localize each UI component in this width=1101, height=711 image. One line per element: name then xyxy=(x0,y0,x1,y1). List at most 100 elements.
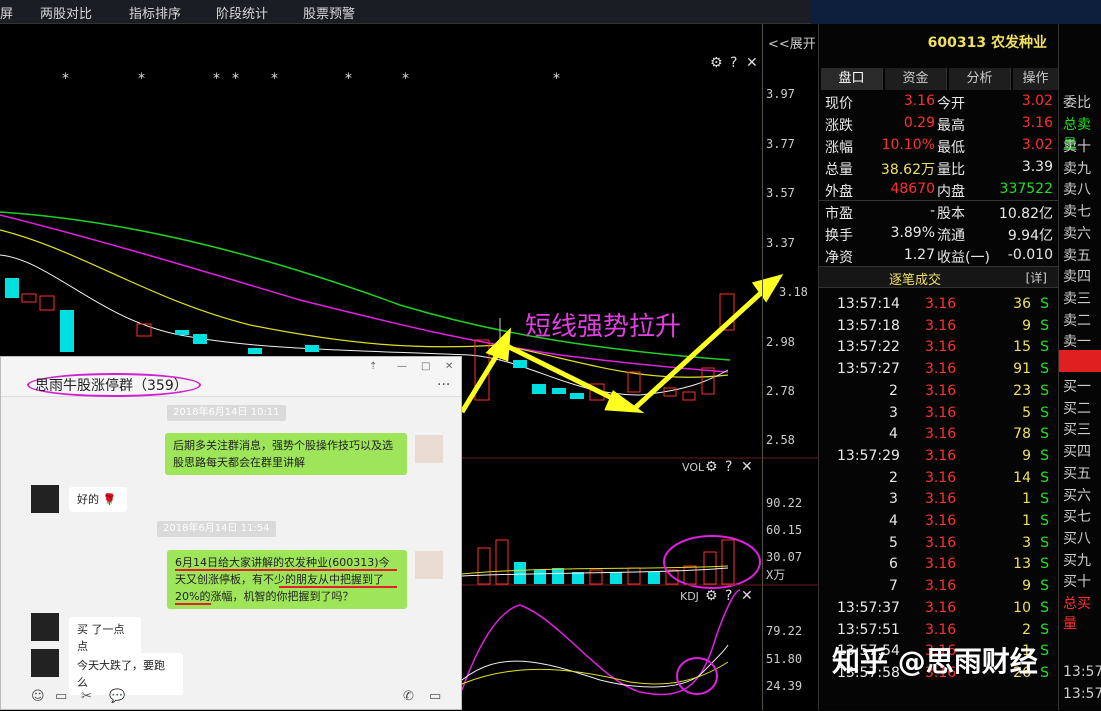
tick-row: 13:57:18 3.16 9 S xyxy=(819,318,1059,340)
tick-cell: 3.16 xyxy=(925,361,957,378)
maximize-button[interactable]: □ xyxy=(421,361,430,372)
volume-bar xyxy=(514,562,526,584)
tick-row: 13:57:29 3.16 9 S xyxy=(819,448,1059,470)
message-bubble-me[interactable]: 后期多关注群消息，强势个股操作技巧以及选股思路每天都会在群里讲解 xyxy=(165,433,407,475)
event-star[interactable]: * xyxy=(62,71,69,87)
tab-operate[interactable]: 操作 xyxy=(1013,68,1059,90)
expand-button[interactable]: <<展开 xyxy=(768,33,816,52)
quote-row: 净资 1.27 收益(一) -0.010 xyxy=(819,245,1059,267)
help-icon[interactable]: ? xyxy=(725,588,732,604)
close-icon[interactable]: ✕ xyxy=(741,459,753,475)
tick-cell: 10 xyxy=(1013,599,1031,616)
chat-bubble-icon[interactable]: 💬 xyxy=(109,689,125,704)
nav-item-stats[interactable]: 阶段统计 xyxy=(216,3,268,22)
order-book-label: 委比 xyxy=(1063,95,1091,111)
close-icon[interactable]: ✕ xyxy=(741,588,753,604)
quote-value: 3.16 xyxy=(1021,115,1053,131)
avatar[interactable] xyxy=(31,485,59,513)
close-button[interactable]: ✕ xyxy=(445,361,453,372)
quote-label: 最高 xyxy=(937,118,965,134)
order-book-label: 买七 xyxy=(1063,509,1091,526)
quote-value: 3.39 xyxy=(1021,159,1053,175)
avatar[interactable] xyxy=(31,649,59,677)
gear-icon[interactable]: ⚙ xyxy=(705,588,718,604)
message-bubble-other[interactable]: 好的 🌹 xyxy=(69,487,127,512)
nav-item-rank[interactable]: 指标排序 xyxy=(129,3,181,22)
order-book-label: 卖二 xyxy=(1063,312,1091,329)
tick-detail-link[interactable]: [详] xyxy=(1026,269,1047,286)
nav-item-partial[interactable]: 屏 xyxy=(0,3,13,22)
order-book-label: 13:57 xyxy=(1063,664,1101,680)
event-star[interactable]: * xyxy=(271,71,278,87)
quote-value: 0.29 xyxy=(903,115,935,131)
tick-row: 13:57:14 3.16 36 S xyxy=(819,296,1059,318)
order-book-label: 卖九 xyxy=(1063,160,1091,177)
price-tick: 3.37 xyxy=(766,236,795,250)
tab-funds[interactable]: 资金 xyxy=(885,68,947,90)
quote-value: 48670 xyxy=(890,181,935,197)
candle-down xyxy=(570,393,584,399)
tick-row: 5 3.16 3 S xyxy=(819,535,1059,557)
candle-down xyxy=(532,384,546,394)
close-icon[interactable]: ✕ xyxy=(746,55,758,71)
event-star[interactable]: * xyxy=(138,71,145,87)
folder-icon[interactable]: ▭ xyxy=(55,689,67,704)
quote-label: 今开 xyxy=(937,96,965,112)
help-icon[interactable]: ? xyxy=(730,55,737,71)
event-star[interactable]: * xyxy=(402,71,409,87)
volume-bar xyxy=(703,551,717,585)
avatar[interactable] xyxy=(31,613,59,641)
tick-cell: 3.16 xyxy=(925,513,957,529)
tab-analysis[interactable]: 分析 xyxy=(949,68,1011,90)
nav-item-compare[interactable]: 两股对比 xyxy=(40,3,92,22)
message-bubble-me[interactable]: 6月14日给大家讲解的农发种业(600313)今天又创涨停板，有不少的朋友从中把… xyxy=(167,550,407,609)
price-tick: 3.57 xyxy=(766,186,795,200)
help-icon[interactable]: ? xyxy=(725,459,732,475)
tick-header-title: 逐笔成交 xyxy=(889,273,942,288)
tab-order-book[interactable]: 盘口 xyxy=(821,68,883,90)
event-star[interactable]: * xyxy=(232,71,239,87)
chat-window: ⇡ — □ ✕ 思雨牛股涨停群（359） ··· 2018年6月14日 10:1… xyxy=(0,356,462,710)
tick-cell: 3.16 xyxy=(925,534,957,551)
scissors-icon[interactable]: ✂ xyxy=(81,689,92,704)
pin-icon[interactable]: ⇡ xyxy=(369,361,377,372)
message-timestamp: 2018年6月14日 11:54 xyxy=(157,521,276,537)
emoji-icon[interactable]: ☺ xyxy=(31,689,45,704)
event-star[interactable]: * xyxy=(345,71,352,87)
gear-icon[interactable]: ⚙ xyxy=(705,459,718,475)
candle-up xyxy=(21,293,37,303)
tick-cell: 2 xyxy=(889,382,898,399)
quote-tabs: 盘口 资金 分析 操作 xyxy=(819,68,1059,90)
order-book-label: 卖六 xyxy=(1063,225,1091,242)
candle-down xyxy=(248,348,262,354)
quote-value: 10.10% xyxy=(881,137,935,153)
event-star[interactable]: * xyxy=(213,71,220,87)
message-timestamp: 2018年6月14日 10:11 xyxy=(167,405,286,421)
tick-cell: 1 xyxy=(1022,513,1031,529)
quote-label: 涨跌 xyxy=(825,118,853,134)
phone-icon[interactable]: ✆ xyxy=(403,689,414,704)
gear-icon[interactable]: ⚙ xyxy=(710,55,723,71)
more-icon[interactable]: ··· xyxy=(437,377,450,393)
tick-cell: 4 xyxy=(889,513,898,529)
avatar[interactable] xyxy=(415,551,443,579)
event-star[interactable]: * xyxy=(553,71,560,87)
volume-bar xyxy=(572,572,584,584)
top-nav: 屏 两股对比 指标排序 阶段统计 股票预警 xyxy=(0,0,1101,24)
tick-cell: 13:57:22 xyxy=(837,339,900,356)
tick-cell: 1 xyxy=(1022,491,1031,508)
candle-down xyxy=(305,345,319,352)
tick-cell: 5 xyxy=(889,534,898,551)
candle-down xyxy=(5,278,19,298)
candle-up xyxy=(627,371,641,393)
candle-down xyxy=(60,310,74,352)
tick-cell: 9 xyxy=(1022,317,1031,334)
nav-item-alert[interactable]: 股票预警 xyxy=(303,3,355,22)
kdj-tick: 24.39 xyxy=(766,679,803,693)
video-icon[interactable]: ▭ xyxy=(429,689,441,704)
tick-cell: S xyxy=(1040,361,1049,378)
chat-input-toolbar: ☺ ▭ ✂ 💬 ✆ ▭ xyxy=(1,687,461,711)
avatar[interactable] xyxy=(415,435,443,463)
volume-bar xyxy=(610,572,622,584)
minimize-button[interactable]: — xyxy=(397,361,407,372)
